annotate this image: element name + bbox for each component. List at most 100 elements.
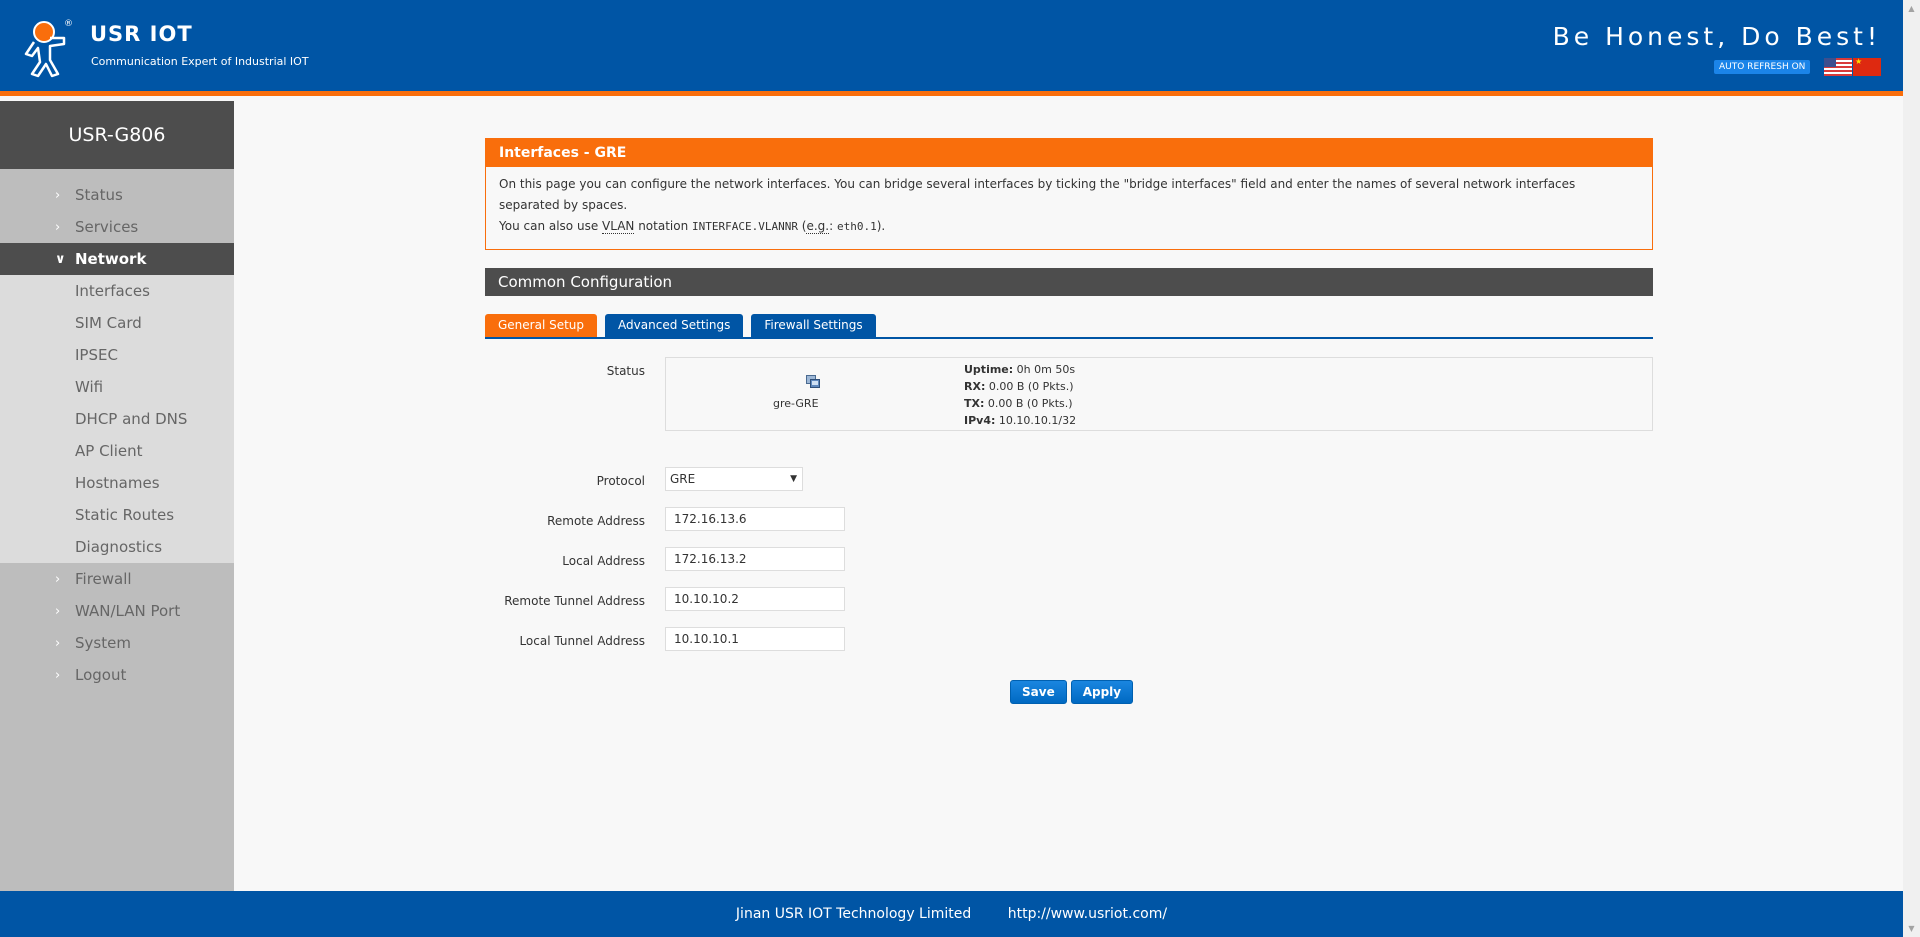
intro-box: Interfaces - GRE On this page you can co… bbox=[485, 138, 1653, 250]
rx-value: 0.00 B (0 Pkts.) bbox=[985, 380, 1074, 393]
sidebar-item-network[interactable]: ∨ Network bbox=[0, 243, 234, 275]
network-submenu: Interfaces SIM Card IPSEC Wifi DHCP and … bbox=[0, 275, 234, 563]
protocol-label: Protocol bbox=[596, 474, 645, 488]
intro-line-2: You can also use VLAN notation INTERFACE… bbox=[499, 216, 1639, 237]
uptime-label: Uptime: bbox=[964, 363, 1014, 376]
sidebar-item-wan-lan-port[interactable]: › WAN/LAN Port bbox=[0, 595, 234, 627]
local-address-label: Local Address bbox=[562, 554, 645, 568]
tab-general-setup[interactable]: General Setup bbox=[485, 314, 598, 337]
apply-button[interactable]: Apply bbox=[1070, 680, 1134, 704]
local-address-row: Local Address bbox=[485, 547, 1653, 587]
usr-iot-logo-icon: ® bbox=[24, 19, 73, 78]
local-tunnel-input[interactable] bbox=[665, 627, 845, 651]
remote-address-input[interactable] bbox=[665, 507, 845, 531]
sidebar-subitem-hostnames[interactable]: Hostnames bbox=[0, 467, 234, 499]
remote-address-label: Remote Address bbox=[547, 514, 645, 528]
slogan: Be Honest, Do Best! bbox=[1552, 22, 1881, 51]
header: ® USR IOT Communication Expert of Indust… bbox=[0, 0, 1903, 96]
auto-refresh-toggle[interactable]: AUTO REFRESH ON bbox=[1714, 60, 1811, 74]
sidebar-subitem-diagnostics[interactable]: Diagnostics bbox=[0, 531, 234, 563]
sidebar-item-label: WAN/LAN Port bbox=[75, 602, 181, 620]
remote-address-row: Remote Address bbox=[485, 507, 1653, 547]
remote-tunnel-label: Remote Tunnel Address bbox=[504, 594, 645, 608]
sidebar-subitem-interfaces[interactable]: Interfaces bbox=[0, 275, 234, 307]
tx-label: TX: bbox=[964, 397, 985, 410]
network-interface-icon bbox=[806, 375, 820, 388]
main-content: Interfaces - GRE On this page you can co… bbox=[485, 138, 1653, 667]
dropdown-arrow-icon: ▼ bbox=[790, 474, 797, 484]
sidebar-item-system[interactable]: › System bbox=[0, 627, 234, 659]
vertical-scrollbar[interactable]: ▲ ▼ bbox=[1903, 0, 1920, 937]
us-flag-icon[interactable] bbox=[1824, 58, 1852, 76]
intro-description: On this page you can configure the netwo… bbox=[486, 167, 1652, 249]
uptime-value: 0h 0m 50s bbox=[1013, 363, 1076, 376]
config-tabs: General Setup Advanced Settings Firewall… bbox=[485, 314, 1653, 339]
sidebar-item-label: System bbox=[75, 634, 131, 652]
status-info: Uptime: 0h 0m 50s RX: 0.00 B (0 Pkts.) T… bbox=[964, 361, 1076, 429]
sidebar-item-label: Services bbox=[75, 218, 139, 236]
scroll-up-arrow-icon[interactable]: ▲ bbox=[1903, 0, 1920, 17]
sidebar-item-label: Firewall bbox=[75, 570, 132, 588]
page-title: Interfaces - GRE bbox=[486, 139, 1652, 167]
sidebar-item-label: Status bbox=[75, 186, 123, 204]
ipv4-label: IPv4: bbox=[964, 414, 996, 427]
code-interface-vlannr: INTERFACE.VLANNR bbox=[692, 220, 798, 233]
intro-text: ). bbox=[876, 219, 886, 233]
device-name: USR-G806 bbox=[0, 101, 234, 169]
sidebar-item-firewall[interactable]: › Firewall bbox=[0, 563, 234, 595]
protocol-selected-value: GRE bbox=[670, 472, 696, 486]
scroll-down-arrow-icon[interactable]: ▼ bbox=[1903, 920, 1920, 937]
intro-text: notation bbox=[634, 219, 693, 233]
interface-name: gre-GRE bbox=[773, 397, 819, 410]
brand-tagline: Communication Expert of Industrial IOT bbox=[91, 55, 309, 68]
chevron-right-icon: › bbox=[55, 187, 61, 203]
cn-flag-icon[interactable] bbox=[1853, 57, 1881, 76]
local-address-input[interactable] bbox=[665, 547, 845, 571]
svg-text:®: ® bbox=[64, 19, 73, 29]
tab-firewall-settings[interactable]: Firewall Settings bbox=[751, 314, 876, 337]
sidebar-subitem-sim-card[interactable]: SIM Card bbox=[0, 307, 234, 339]
local-tunnel-label: Local Tunnel Address bbox=[519, 634, 645, 648]
status-row: Status gre-GRE Uptime: 0h 0m 50s RX: 0.0… bbox=[485, 357, 1653, 431]
sidebar-item-logout[interactable]: › Logout bbox=[0, 659, 234, 691]
sidebar-item-label: Network bbox=[75, 250, 147, 268]
form-actions: Save Apply bbox=[1010, 680, 1134, 704]
code-example: eth0.1 bbox=[836, 220, 877, 233]
chevron-right-icon: › bbox=[55, 603, 61, 619]
intro-line-1: On this page you can configure the netwo… bbox=[499, 177, 1576, 212]
vlan-abbr: VLAN bbox=[602, 219, 635, 234]
footer-company: Jinan USR IOT Technology Limited bbox=[735, 906, 972, 922]
intro-text: : bbox=[829, 219, 837, 233]
brand-name: USR IOT bbox=[90, 22, 193, 46]
sidebar-subitem-static-routes[interactable]: Static Routes bbox=[0, 499, 234, 531]
sidebar-subitem-ap-client[interactable]: AP Client bbox=[0, 435, 234, 467]
chevron-right-icon: › bbox=[55, 571, 61, 587]
protocol-row: Protocol GRE ▼ bbox=[485, 467, 1653, 507]
footer-url-link[interactable]: http://www.usriot.com/ bbox=[1008, 906, 1167, 922]
status-label: Status bbox=[606, 364, 645, 378]
chevron-down-icon: ∨ bbox=[55, 251, 66, 267]
tab-advanced-settings[interactable]: Advanced Settings bbox=[605, 314, 744, 337]
sidebar-subitem-dhcp-dns[interactable]: DHCP and DNS bbox=[0, 403, 234, 435]
local-tunnel-row: Local Tunnel Address bbox=[485, 627, 1653, 667]
sidebar-subitem-ipsec[interactable]: IPSEC bbox=[0, 339, 234, 371]
chevron-right-icon: › bbox=[55, 219, 61, 235]
section-title: Common Configuration bbox=[485, 268, 1653, 296]
save-button[interactable]: Save bbox=[1010, 680, 1067, 704]
protocol-select[interactable]: GRE ▼ bbox=[665, 467, 803, 491]
chevron-right-icon: › bbox=[55, 635, 61, 651]
sidebar-menu: › Status › Services ∨ Network Interfaces… bbox=[0, 169, 234, 691]
sidebar: USR-G806 › Status › Services ∨ Network I… bbox=[0, 101, 234, 891]
sidebar-subitem-wifi[interactable]: Wifi bbox=[0, 371, 234, 403]
status-box: gre-GRE Uptime: 0h 0m 50s RX: 0.00 B (0 … bbox=[665, 357, 1653, 431]
footer: Jinan USR IOT Technology Limited http://… bbox=[0, 891, 1903, 937]
eg-abbr: e.g. bbox=[806, 219, 830, 234]
remote-tunnel-row: Remote Tunnel Address bbox=[485, 587, 1653, 627]
sidebar-item-label: Logout bbox=[75, 666, 127, 684]
remote-tunnel-input[interactable] bbox=[665, 587, 845, 611]
chevron-right-icon: › bbox=[55, 667, 61, 683]
page: ® USR IOT Communication Expert of Indust… bbox=[0, 0, 1903, 937]
sidebar-item-status[interactable]: › Status bbox=[0, 179, 234, 211]
sidebar-item-services[interactable]: › Services bbox=[0, 211, 234, 243]
tx-value: 0.00 B (0 Pkts.) bbox=[984, 397, 1073, 410]
